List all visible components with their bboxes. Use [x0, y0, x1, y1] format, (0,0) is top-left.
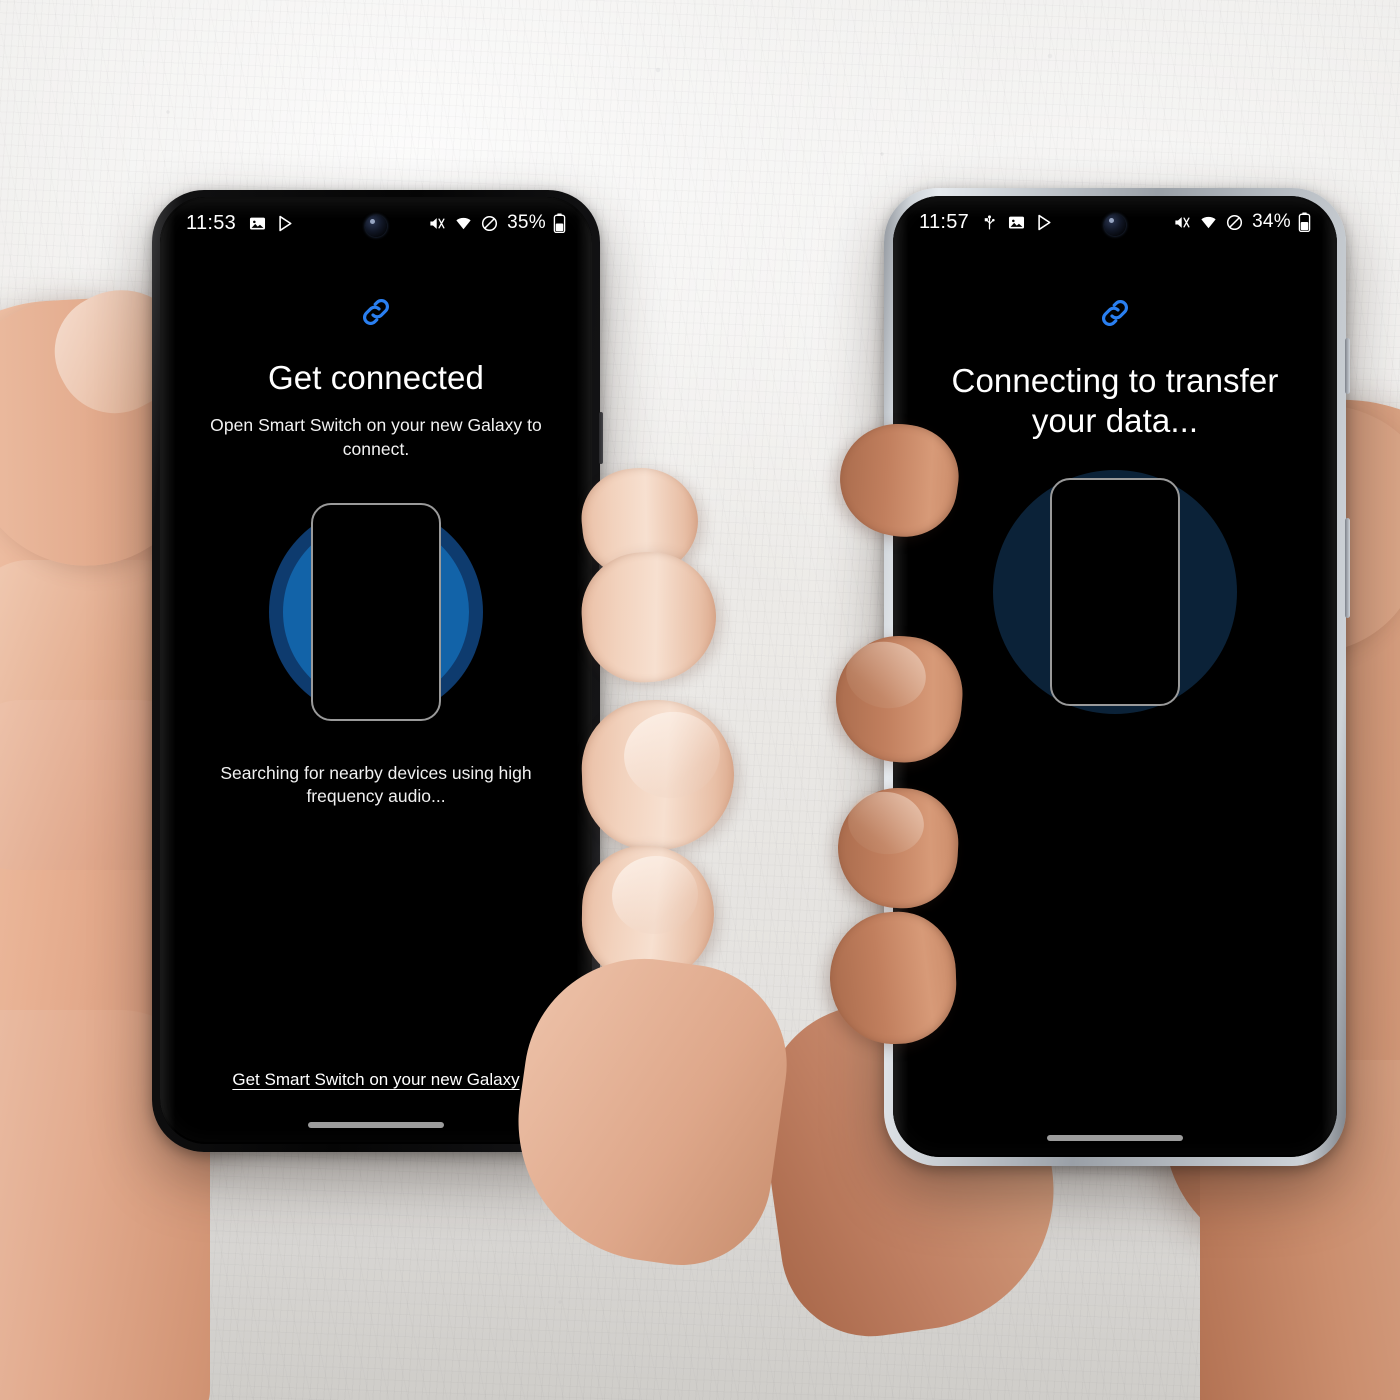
battery-percent: 34%	[1252, 211, 1291, 232]
battery-icon	[1298, 212, 1311, 232]
searching-pulse-graphic	[226, 462, 526, 762]
right-phone-volume-button[interactable]	[1345, 338, 1350, 394]
left-status-bar-right-group: 35%	[428, 212, 566, 234]
right-phone-power-button[interactable]	[1345, 518, 1350, 618]
photo-icon	[1007, 213, 1026, 232]
right-status-bar-right-group: 34%	[1173, 211, 1311, 233]
right-phone-screen[interactable]: 11:57 34% Connecting to transfer your da…	[893, 196, 1337, 1157]
connecting-pulse-graphic	[965, 442, 1265, 742]
left-phone-volume-button[interactable]	[599, 412, 603, 464]
wifi-icon	[454, 214, 473, 233]
left-screen-content: Get connected Open Smart Switch on your …	[160, 249, 592, 1144]
usb-icon	[981, 213, 998, 232]
device-outline-icon	[1050, 477, 1180, 706]
left-screen-subtitle: Open Smart Switch on your new Galaxy to …	[210, 415, 542, 459]
photo-icon	[248, 214, 267, 233]
gesture-bar[interactable]	[1047, 1135, 1183, 1141]
right-status-bar-left-group: 11:57	[919, 211, 1054, 234]
gesture-bar[interactable]	[308, 1122, 444, 1128]
link-icon	[357, 293, 395, 336]
do-not-disturb-icon	[1225, 213, 1244, 232]
left-status-bar-left-group: 11:53	[186, 212, 295, 235]
right-screen-content: Connecting to transfer your data...	[893, 248, 1337, 1157]
battery-icon	[553, 213, 566, 233]
get-smart-switch-link[interactable]: Get Smart Switch on your new Galaxy	[232, 1070, 519, 1090]
wifi-icon	[1199, 213, 1218, 232]
front-camera-icon	[365, 215, 387, 237]
link-icon	[1096, 294, 1134, 337]
play-store-icon	[1035, 213, 1054, 232]
status-time: 11:53	[186, 211, 237, 234]
device-outline-icon	[311, 502, 441, 721]
do-not-disturb-icon	[480, 214, 499, 233]
front-camera-icon	[1104, 214, 1126, 236]
left-phone-screen[interactable]: 11:53 35% Get connected Open Smart Switc…	[160, 197, 592, 1144]
left-screen-title: Get connected	[268, 359, 484, 396]
right-phone-device: 11:57 34% Connecting to transfer your da…	[884, 188, 1350, 1166]
left-phone-device: 11:53 35% Get connected Open Smart Switc…	[152, 190, 603, 1152]
battery-percent: 35%	[507, 212, 546, 233]
left-phone-power-button[interactable]	[599, 490, 603, 582]
mute-icon	[1173, 213, 1192, 232]
play-store-icon	[276, 214, 295, 233]
right-screen-title: Connecting to transfer your data...	[951, 362, 1279, 440]
status-time: 11:57	[919, 210, 970, 233]
left-screen-footnote: Searching for nearby devices using high …	[220, 762, 532, 807]
mute-icon	[428, 214, 447, 233]
